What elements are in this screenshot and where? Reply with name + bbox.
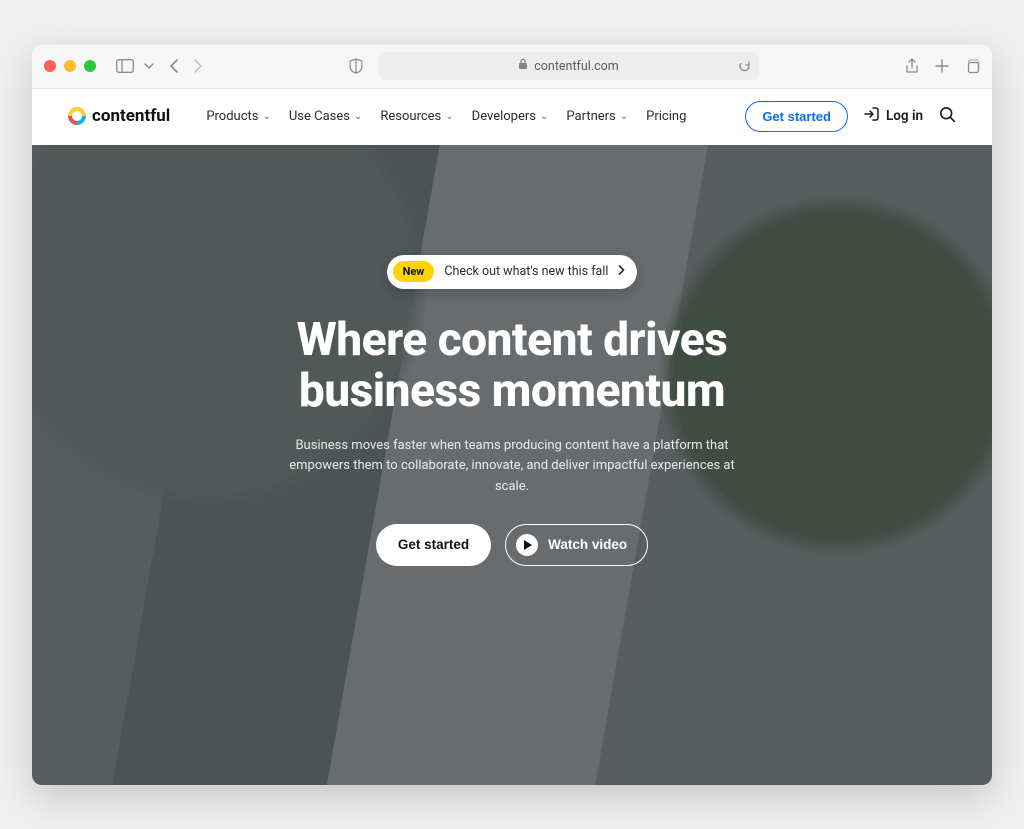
browser-window: contentful.com contentful Products ⌄ bbox=[32, 45, 992, 785]
cta-row: Get started Watch video bbox=[376, 524, 648, 566]
address-bar[interactable]: contentful.com bbox=[379, 52, 759, 80]
address-url: contentful.com bbox=[534, 59, 619, 74]
traffic-lights bbox=[44, 60, 96, 72]
refresh-icon[interactable] bbox=[738, 60, 751, 73]
nav-menu: Products ⌄ Use Cases ⌄ Resources ⌄ Develope… bbox=[206, 109, 686, 124]
close-window-icon[interactable] bbox=[44, 60, 56, 72]
play-icon bbox=[516, 534, 538, 556]
nav-item-partners[interactable]: Partners ⌄ bbox=[566, 109, 628, 124]
nav-item-label: Developers bbox=[472, 109, 536, 124]
chevron-right-icon bbox=[618, 264, 625, 279]
site-nav: contentful Products ⌄ Use Cases ⌄ Resource… bbox=[32, 89, 992, 145]
hero-get-started-button[interactable]: Get started bbox=[376, 524, 491, 566]
maximize-window-icon[interactable] bbox=[84, 60, 96, 72]
back-icon[interactable] bbox=[170, 59, 179, 73]
get-started-button[interactable]: Get started bbox=[745, 101, 848, 132]
nav-item-label: Pricing bbox=[646, 109, 686, 124]
nav-item-products[interactable]: Products ⌄ bbox=[206, 109, 271, 124]
watch-video-button[interactable]: Watch video bbox=[505, 524, 648, 566]
browser-chrome: contentful.com bbox=[32, 45, 992, 89]
tabs-overview-icon[interactable] bbox=[965, 59, 980, 74]
chevron-down-icon[interactable] bbox=[144, 63, 154, 69]
nav-item-use-cases[interactable]: Use Cases ⌄ bbox=[289, 109, 363, 124]
logo[interactable]: contentful bbox=[68, 106, 170, 126]
new-badge: New bbox=[393, 261, 435, 282]
nav-item-developers[interactable]: Developers ⌄ bbox=[472, 109, 549, 124]
sidebar-toggle-icon[interactable] bbox=[116, 59, 134, 73]
hero-headline: Where content drives business momentum bbox=[297, 315, 728, 418]
headline-line-2: business momentum bbox=[299, 364, 725, 418]
pill-text: Check out what's new this fall bbox=[444, 264, 608, 279]
brand-name: contentful bbox=[92, 106, 170, 126]
new-tab-icon[interactable] bbox=[935, 59, 949, 73]
chevron-down-icon: ⌄ bbox=[445, 111, 453, 122]
minimize-window-icon[interactable] bbox=[64, 60, 76, 72]
login-icon bbox=[864, 106, 880, 126]
chevron-down-icon: ⌄ bbox=[540, 111, 548, 122]
chevron-down-icon: ⌄ bbox=[354, 111, 362, 122]
logo-mark-icon bbox=[68, 107, 86, 125]
chevron-down-icon: ⌄ bbox=[620, 111, 628, 122]
nav-item-pricing[interactable]: Pricing bbox=[646, 109, 686, 124]
login-link[interactable]: Log in bbox=[864, 106, 923, 126]
chevron-down-icon: ⌄ bbox=[262, 111, 270, 122]
lock-icon bbox=[518, 58, 528, 74]
watch-video-label: Watch video bbox=[548, 537, 627, 552]
nav-item-label: Products bbox=[206, 109, 258, 124]
hero: New Check out what's new this fall Where… bbox=[32, 145, 992, 785]
privacy-shield-icon[interactable] bbox=[349, 58, 363, 74]
hero-subtext: Business moves faster when teams produci… bbox=[272, 436, 752, 498]
login-label: Log in bbox=[886, 108, 923, 124]
forward-icon[interactable] bbox=[193, 59, 202, 73]
nav-item-label: Resources bbox=[380, 109, 441, 124]
share-icon[interactable] bbox=[905, 58, 919, 74]
search-icon[interactable] bbox=[939, 106, 956, 127]
nav-item-label: Use Cases bbox=[289, 109, 350, 124]
headline-line-1: Where content drives bbox=[297, 313, 728, 367]
nav-item-resources[interactable]: Resources ⌄ bbox=[380, 109, 453, 124]
nav-item-label: Partners bbox=[566, 109, 615, 124]
announcement-pill[interactable]: New Check out what's new this fall bbox=[387, 255, 638, 289]
